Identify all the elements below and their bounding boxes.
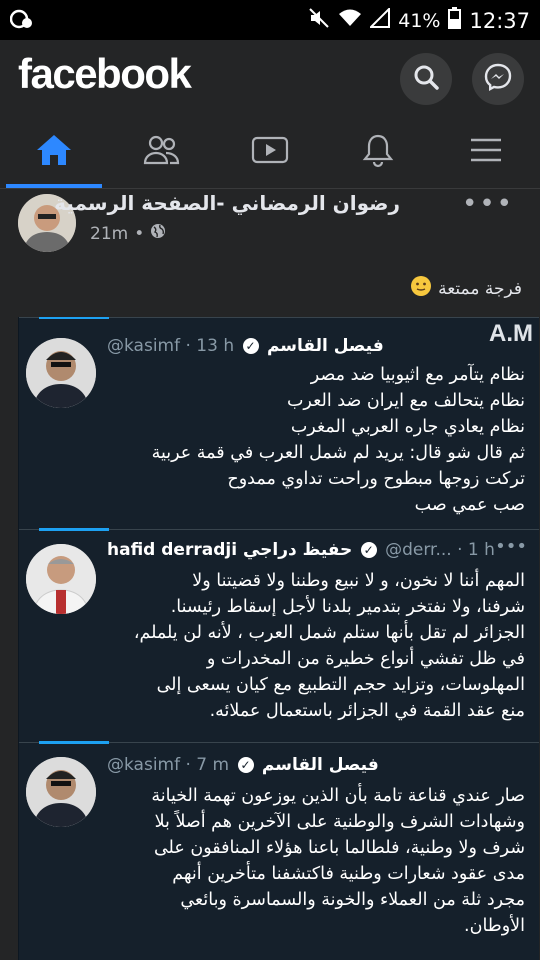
verified-badge-icon: ✓ [360,542,377,558]
feed-post: رضوان الرمضاني -الصفحة الرسمية 21m • •••… [0,189,540,960]
tweet-line: مدى عقود شعارات وطنية فاكتشفنا متأخرين أ… [172,864,525,884]
app-header: facebook [0,40,540,116]
tweet-line: في ظل تفشي أنواع خطيرة من المخدرات و [206,649,525,669]
tweet-line: نظام يعادي جاره العربي المغرب [290,417,525,437]
post-more-options-button[interactable]: ••• [462,189,514,219]
tab-notifications[interactable] [324,116,432,188]
app-notification-icon [9,8,34,35]
tweet-line: المهم أننا لا نخون، و لا نبيع وطننا ولا … [192,571,525,591]
tweet-card: @kasimf · 7 m ✓ فيصل القاسم صار عندي قنا… [19,741,539,960]
tweet-more-options-icon: ••• [495,536,527,557]
tweet-accent-bar [39,528,109,531]
tweet-accent-bar [39,741,109,744]
tweet-author-name: hafid derradji حفيظ دراجي [107,540,353,560]
tweet-line: شرف ولا وطنية، فلطالما باعنا هؤلاء المنا… [153,838,525,858]
signal-icon [368,6,391,33]
facebook-logo: facebook [18,50,192,97]
post-text-row: فرجة ممتعة [410,275,522,302]
tweet-author-name: فيصل القاسم [261,755,379,775]
messenger-icon [483,62,513,96]
post-author-name[interactable]: رضوان الرمضاني -الصفحة الرسمية [54,191,400,215]
tweet-line: المهلوسات، وتزايد حجم التطبيع مع كيان يس… [156,675,525,695]
post-meta: 21m • [90,223,166,244]
tab-menu[interactable] [432,116,540,188]
tweet-header: hafid derradji حفيظ دراجي ✓ @derr... · 1… [107,540,495,560]
battery-percent: 41% [398,9,441,32]
tweet-line: الأوطان. [464,916,525,936]
verified-badge-icon: ✓ [242,338,259,354]
status-bar: 41% 12:37 [0,0,540,40]
bell-icon [360,132,396,172]
post-text: فرجة ممتعة [438,278,522,299]
tweet-line: مجرد ثلة من العملاء والخونة والسماسرة وب… [180,890,525,910]
tweet-card: hafid derradji حفيظ دراجي ✓ @derr... · 1… [19,528,539,742]
tweet-line: صار عندي قناعة تامة بأن الذين يوزعون تهم… [151,786,525,806]
smiley-emoji-icon [410,275,432,302]
mute-icon [308,8,330,33]
tweet-accent-bar [39,317,109,319]
active-tab-indicator [6,184,102,188]
tab-friends[interactable] [108,116,216,188]
globe-icon [150,223,166,244]
video-icon [251,134,289,170]
tweet-line: نظام يتآمر مع اثيوبيا ضد مصر [310,365,525,385]
verified-badge-icon: ✓ [237,757,254,773]
tweet-line: تركت زوجها مبطوح وراحت تداوي ممدوح [227,469,525,489]
clock: 12:37 [469,8,530,33]
tweet-line: نظام يتحالف مع ايران ضد العرب [286,391,525,411]
separator-dot: • [134,223,145,244]
tweet-line: ثم قال شو قال: يريد لم شمل العرب في قمة … [151,443,525,463]
friends-icon [142,134,182,170]
post-time[interactable]: 21m [90,224,128,244]
search-button[interactable] [400,53,452,105]
tweet-header: @kasimf · 7 m ✓ فيصل القاسم [107,755,379,775]
tweet-text: صار عندي قناعة تامة بأن الذين يوزعون تهم… [25,783,525,939]
home-icon [35,133,73,171]
battery-icon [448,7,462,34]
tab-watch[interactable] [216,116,324,188]
tab-home[interactable] [0,116,108,188]
tweet-handle: @derr... · 1 h [385,540,495,560]
tweet-card: @kasimf · 13 h ✓ فيصل القاسم نظام يتآمر … [19,317,539,515]
tweet-text: المهم أننا لا نخون، و لا نبيع وطننا ولا … [25,568,525,724]
tweet-avatar [26,338,96,408]
tweet-author-name: فيصل القاسم [266,336,384,356]
tweet-header: @kasimf · 13 h ✓ فيصل القاسم [107,336,384,356]
tweet-line: منع عقد القمة في الجزائر باستعمال عملائه… [209,701,525,721]
tweet-line: صب عمي صب [414,495,525,515]
main-nav [0,116,540,189]
tweet-line: شرفنا، ولا نفتخر بتدمير بلدنا لأجل إسقاط… [170,597,525,617]
tweet-handle: @kasimf · 7 m [107,755,230,775]
tweet-line: الجزائر لم تقل بأنها ستلم شمل العرب ، لأ… [133,623,525,643]
search-icon [412,63,440,95]
tweet-text: نظام يتآمر مع اثيوبيا ضد مصر نظام يتحالف… [105,362,525,518]
tweet-handle: @kasimf · 13 h [107,336,235,356]
messenger-button[interactable] [472,53,524,105]
wifi-icon [338,8,362,33]
hamburger-menu-icon [468,135,504,169]
tweet-line: وشهادات الشرف والوطنية على الآخرين هم أص… [154,812,525,832]
post-image[interactable]: A.M @kasimf · 13 h ✓ فيصل القاسم نظام يت… [18,317,539,960]
